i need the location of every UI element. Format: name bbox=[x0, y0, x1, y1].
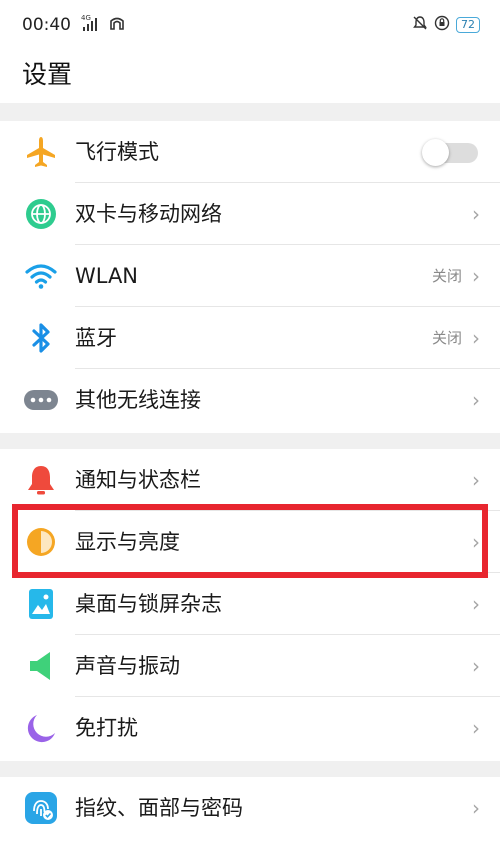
bluetooth-status: 关闭 bbox=[431, 329, 462, 347]
setting-do-not-disturb[interactable]: 免打扰 › bbox=[0, 697, 500, 759]
row-label: 桌面与锁屏杂志 bbox=[75, 592, 222, 616]
row-label: 免打扰 bbox=[75, 716, 138, 740]
setting-airplane-mode[interactable]: 飞行模式 bbox=[0, 121, 500, 183]
row-label: 飞行模式 bbox=[75, 140, 159, 164]
setting-dual-sim[interactable]: 双卡与移动网络 › bbox=[0, 183, 500, 245]
row-label: 其他无线连接 bbox=[75, 388, 201, 412]
section-gap bbox=[0, 433, 500, 449]
setting-wallpaper-lockscreen[interactable]: 桌面与锁屏杂志 › bbox=[0, 573, 500, 635]
row-label: 指纹、面部与密码 bbox=[75, 796, 243, 820]
airplane-mode-toggle[interactable] bbox=[422, 139, 478, 166]
speaker-icon bbox=[22, 648, 60, 684]
wallpaper-icon bbox=[22, 586, 60, 622]
row-label: 双卡与移动网络 bbox=[75, 202, 222, 226]
section-gap bbox=[0, 103, 500, 121]
chevron-right-icon: › bbox=[472, 264, 480, 288]
section-gap bbox=[0, 761, 500, 777]
setting-other-wireless[interactable]: 其他无线连接 › bbox=[0, 369, 500, 431]
toggle-knob bbox=[422, 139, 449, 166]
setting-fingerprint-face-password[interactable]: 指纹、面部与密码 › bbox=[0, 777, 500, 839]
chevron-right-icon: › bbox=[472, 796, 480, 820]
setting-display-brightness[interactable]: 显示与亮度 › bbox=[0, 511, 500, 573]
brightness-icon bbox=[22, 524, 60, 560]
row-label: 通知与状态栏 bbox=[75, 468, 201, 492]
chevron-right-icon: › bbox=[472, 468, 480, 492]
more-icon bbox=[22, 382, 60, 418]
chevron-right-icon: › bbox=[472, 716, 480, 740]
alarm-icon bbox=[412, 15, 428, 35]
row-label: WLAN bbox=[75, 264, 139, 288]
row-label: 蓝牙 bbox=[75, 326, 117, 350]
moon-icon bbox=[22, 710, 60, 746]
setting-wlan[interactable]: WLAN 关闭 › bbox=[0, 245, 500, 307]
wifi-icon bbox=[22, 258, 60, 294]
chevron-right-icon: › bbox=[472, 654, 480, 678]
setting-notifications[interactable]: 通知与状态栏 › bbox=[0, 449, 500, 511]
page-title: 设置 bbox=[22, 60, 73, 89]
chevron-right-icon: › bbox=[472, 592, 480, 616]
chevron-right-icon: › bbox=[472, 388, 480, 412]
signal-icon: 4G bbox=[79, 14, 101, 33]
row-label: 声音与振动 bbox=[75, 654, 180, 678]
row-label: 显示与亮度 bbox=[75, 530, 180, 554]
bell-icon bbox=[22, 462, 60, 498]
setting-sound-vibration[interactable]: 声音与振动 › bbox=[0, 635, 500, 697]
status-bar: 00:40 4G 72 bbox=[0, 0, 500, 50]
airplane-icon bbox=[22, 134, 60, 170]
bluetooth-icon bbox=[22, 320, 60, 356]
status-time: 00:40 bbox=[22, 15, 71, 35]
battery-icon: 72 bbox=[456, 17, 480, 33]
fingerprint-icon bbox=[22, 790, 60, 826]
wifi-status-icon bbox=[109, 15, 125, 35]
wlan-status: 关闭 bbox=[431, 267, 462, 285]
globe-icon bbox=[22, 196, 60, 232]
chevron-right-icon: › bbox=[472, 202, 480, 226]
rotation-lock-icon bbox=[434, 15, 450, 35]
chevron-right-icon: › bbox=[472, 326, 480, 350]
setting-bluetooth[interactable]: 蓝牙 关闭 › bbox=[0, 307, 500, 369]
status-right: 72 bbox=[412, 15, 480, 35]
status-left: 00:40 4G bbox=[22, 14, 125, 35]
chevron-right-icon: › bbox=[472, 530, 480, 554]
